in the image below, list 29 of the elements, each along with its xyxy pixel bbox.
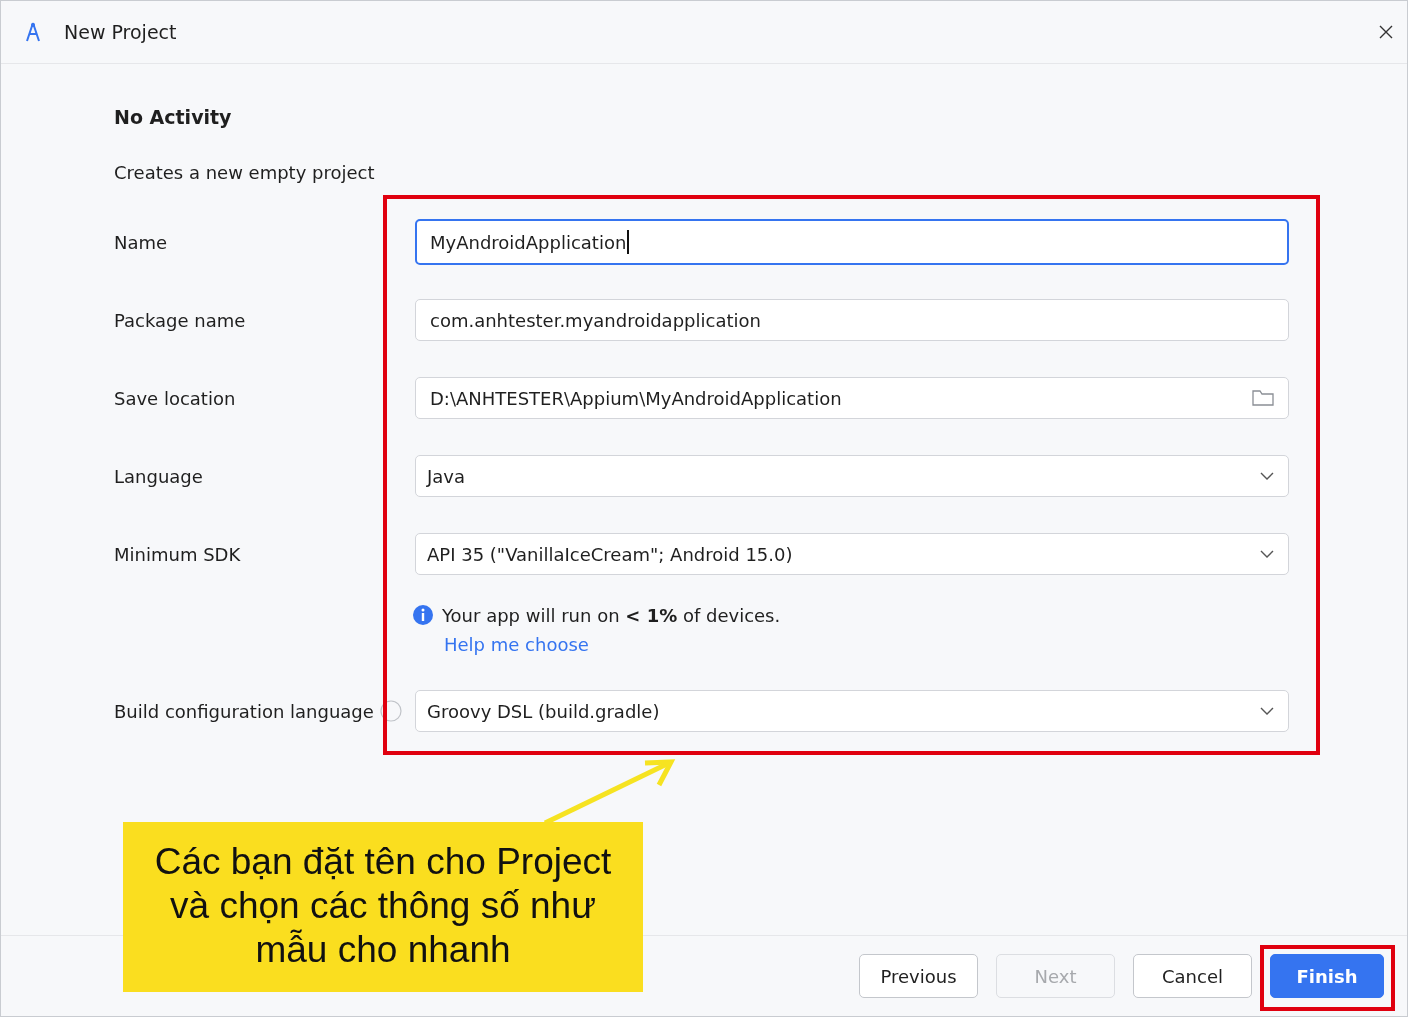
folder-icon[interactable] xyxy=(1252,389,1274,407)
app-logo-icon xyxy=(24,22,42,42)
dialog-button[interactable]: Cancel xyxy=(1133,954,1252,998)
field-label: Minimum SDK xyxy=(114,543,241,565)
field-label: Build configuration language xyxy=(114,700,374,722)
primary-button[interactable]: Finish xyxy=(1270,954,1384,998)
device-coverage-text: Your app will run on < 1% of devices. xyxy=(442,604,781,626)
annotation-callout: Các bạn đặt tên cho Project và chọn các thông số như mẫu cho nhanh xyxy=(123,822,643,992)
input-field[interactable]: com.anhtester.myandroidapplication xyxy=(415,299,1289,341)
template-description: Creates a new empty project xyxy=(114,161,376,185)
dialog-button[interactable]: Previous xyxy=(859,954,978,998)
input-field[interactable]: MyAndroidApplication xyxy=(415,219,1289,265)
field-label: Save location xyxy=(114,387,236,409)
chevron-down-icon xyxy=(1260,550,1274,558)
field-label: Language xyxy=(114,465,203,487)
template-title: No Activity xyxy=(114,105,233,130)
dropdown-field[interactable]: Java xyxy=(415,455,1289,497)
chevron-down-icon xyxy=(1260,707,1274,715)
dropdown-field[interactable]: API 35 ("VanillaIceCream"; Android 15.0) xyxy=(415,533,1289,575)
help-link[interactable]: Help me choose xyxy=(444,634,589,655)
info-icon xyxy=(412,604,434,626)
window-title: New Project xyxy=(64,21,177,43)
field-label: Package name xyxy=(114,309,246,331)
dropdown-field[interactable]: Groovy DSL (build.gradle) xyxy=(415,690,1289,732)
chevron-down-icon xyxy=(1260,472,1274,480)
help-icon[interactable] xyxy=(379,700,402,722)
close-icon[interactable] xyxy=(1379,25,1393,39)
input-field[interactable]: D:\ANHTESTER\Appium\MyAndroidApplication xyxy=(415,377,1289,419)
field-label: Name xyxy=(114,231,168,253)
